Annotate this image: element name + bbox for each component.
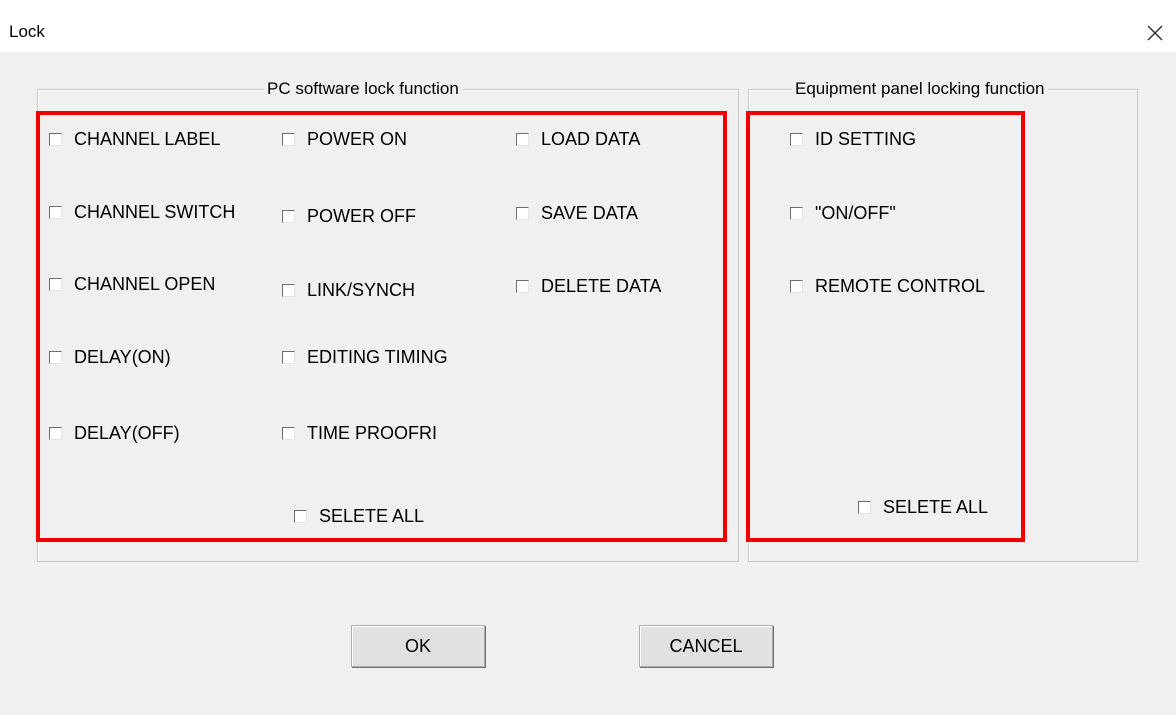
checkbox-time-proofri[interactable]: TIME PROOFRI [282,423,437,444]
equipment-highlight-box [746,111,1025,542]
checkbox-id-setting[interactable]: ID SETTING [790,129,916,150]
checkbox-label: LINK/SYNCH [307,280,416,300]
window-title: Lock [9,22,45,41]
checkbox-label: ID SETTING [815,129,917,149]
checkbox-label: LOAD DATA [541,129,641,149]
checkbox-box[interactable] [790,207,803,220]
checkbox-label: EDITING TIMING [307,347,448,367]
checkbox-box[interactable] [294,510,307,523]
equipment-lock-group-legend: Equipment panel locking function [792,79,1048,99]
checkbox-power-on[interactable]: POWER ON [282,129,407,150]
checkbox-box[interactable] [49,351,62,364]
checkbox-label: SELETE ALL [883,497,989,517]
checkbox-channel-label[interactable]: CHANNEL LABEL [49,129,220,150]
checkbox-box[interactable] [516,207,529,220]
checkbox-box[interactable] [282,210,295,223]
checkbox-delay-on[interactable]: DELAY(ON) [49,347,171,368]
checkbox-box[interactable] [282,351,295,364]
checkbox-box[interactable] [282,133,295,146]
checkbox-label: TIME PROOFRI [307,423,437,443]
checkbox-label: CHANNEL OPEN [74,274,216,294]
checkbox-box[interactable] [49,133,62,146]
checkbox-link-synch[interactable]: LINK/SYNCH [282,280,415,301]
checkbox-save-data[interactable]: SAVE DATA [516,203,638,224]
checkbox-box[interactable] [790,280,803,293]
checkbox-box[interactable] [282,427,295,440]
checkbox-remote-control[interactable]: REMOTE CONTROL [790,276,985,297]
checkbox-label: DELAY(ON) [74,347,171,367]
checkbox-label: DELETE DATA [541,276,662,296]
checkbox-label: REMOTE CONTROL [815,276,986,296]
checkbox-label: CHANNEL SWITCH [74,202,236,222]
checkbox-label: SELETE ALL [319,506,425,526]
checkbox-editing-timing[interactable]: EDITING TIMING [282,347,448,368]
checkbox-delete-data[interactable]: DELETE DATA [516,276,661,297]
title-bar: Lock [0,0,1176,52]
checkbox-on-off[interactable]: "ON/OFF" [790,203,896,224]
checkbox-load-data[interactable]: LOAD DATA [516,129,640,150]
checkbox-power-off[interactable]: POWER OFF [282,206,416,227]
checkbox-box[interactable] [49,427,62,440]
checkbox-equipment-select-all[interactable]: SELETE ALL [858,497,988,518]
ok-button[interactable]: OK [351,625,485,667]
checkbox-label: CHANNEL LABEL [74,129,221,149]
checkbox-box[interactable] [516,280,529,293]
checkbox-channel-switch[interactable]: CHANNEL SWITCH [49,202,235,223]
checkbox-box[interactable] [516,133,529,146]
pc-lock-group-legend: PC software lock function [264,79,462,99]
checkbox-channel-open[interactable]: CHANNEL OPEN [49,274,215,295]
checkbox-label: POWER OFF [307,206,416,226]
checkbox-pc-select-all[interactable]: SELETE ALL [294,506,424,527]
close-icon[interactable] [1140,18,1170,48]
checkbox-label: "ON/OFF" [815,203,896,223]
checkbox-label: DELAY(OFF) [74,423,180,443]
checkbox-label: SAVE DATA [541,203,639,223]
checkbox-box[interactable] [49,278,62,291]
checkbox-box[interactable] [49,206,62,219]
checkbox-box[interactable] [282,284,295,297]
pc-highlight-box [36,111,727,542]
checkbox-box[interactable] [790,133,803,146]
checkbox-delay-off[interactable]: DELAY(OFF) [49,423,180,444]
checkbox-box[interactable] [858,501,871,514]
checkbox-label: POWER ON [307,129,408,149]
cancel-button[interactable]: CANCEL [639,625,773,667]
